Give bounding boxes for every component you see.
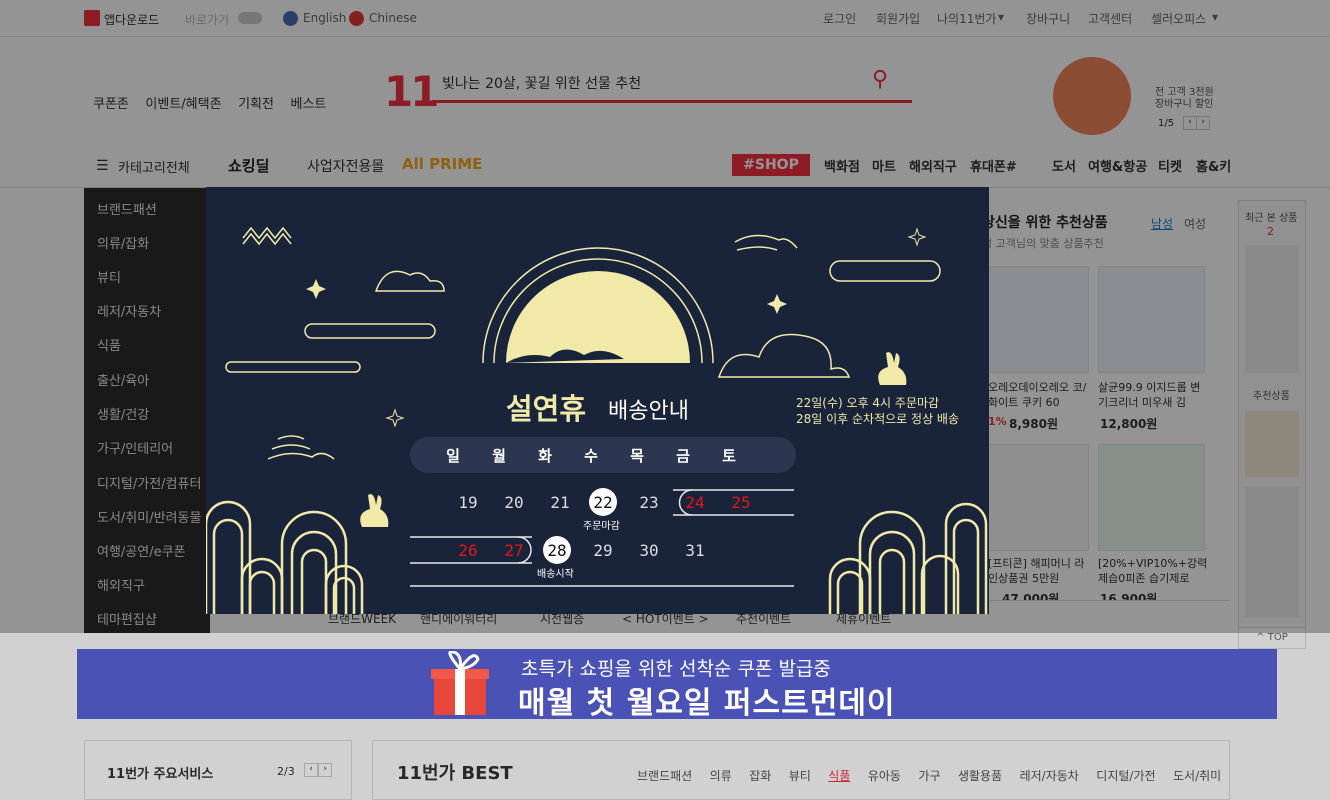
cloud-bar [304,323,436,339]
first-monday-banner[interactable]: 초특가 쇼핑을 위한 선착순 쿠폰 발급중 매월 첫 월요일 퍼스트먼데이 [77,649,1277,721]
star-shape [767,294,787,314]
weekday-label: 금 [676,447,690,465]
hill-arch [868,530,916,614]
calendar-day-restart: 28 [547,541,567,560]
calendar-day-holiday: 25 [731,493,751,512]
weekday-label: 수 [584,447,598,465]
weekday-label: 일 [446,447,460,465]
hill-arch [828,557,872,614]
swirl-cloud [267,435,335,460]
calendar-day-holiday: 26 [458,541,478,560]
deadline-label: 주문마감 [583,521,620,532]
hill-arch [300,548,328,614]
holiday-modal[interactable]: 설연휴 배송안내 22일(수) 오후 4시 주문마감 28일 이후 순차적으로 … [206,187,989,614]
zigzag-shape [242,232,292,246]
banner-line2: 매월 첫 월요일 퍼스트먼데이 [518,686,896,721]
gift-icon [431,651,489,715]
hill-arch [212,518,244,614]
calendar-day: 23 [639,493,659,512]
rabbit-shape [878,352,907,385]
cloud-shape [374,270,445,292]
hill-arch [240,557,284,614]
modal-title-light: 배송안내 [608,399,689,424]
cloud-bar [829,260,941,282]
hill-arch [324,564,364,614]
banner-line1: 초특가 쇼핑을 위한 선착순 쿠폰 발급중 [521,658,831,680]
calendar-day: 19 [458,493,478,512]
star-shape [907,227,927,247]
hill-arch [836,570,864,614]
swirl-cloud [717,333,851,378]
notice-line2: 28일 이후 순차적으로 정상 배송 [796,412,960,426]
weekday-label: 목 [630,447,644,465]
hill-arch [248,570,276,614]
calendar-day: 21 [550,493,570,512]
cloud-bar [225,361,361,373]
notice-line1: 22일(수) 오후 4시 주문마감 [796,396,940,410]
weekday-label: 화 [538,447,552,465]
hill-arch [878,548,906,614]
swirl-cloud [734,234,798,251]
weekday-label: 월 [492,447,506,465]
calendar-day: 20 [504,493,524,512]
star-shape [306,279,326,299]
calendar-day: 30 [639,541,659,560]
hill-arch [920,554,960,614]
restart-label: 배송시작 [537,569,574,580]
calendar-day-holiday: 27 [504,541,524,560]
weekday-label: 토 [722,447,736,465]
modal-title-bold: 설연휴 [506,392,587,426]
calendar-day-holiday: 24 [685,493,705,512]
calendar-day: 29 [593,541,613,560]
weekday-header: 일 월 화 수 목 금 토 [410,437,796,473]
rabbit-shape [360,494,389,527]
star-shape [385,408,405,428]
calendar-day: 31 [685,541,705,560]
calendar-day-deadline: 22 [593,493,613,512]
moon-shape [506,271,690,363]
